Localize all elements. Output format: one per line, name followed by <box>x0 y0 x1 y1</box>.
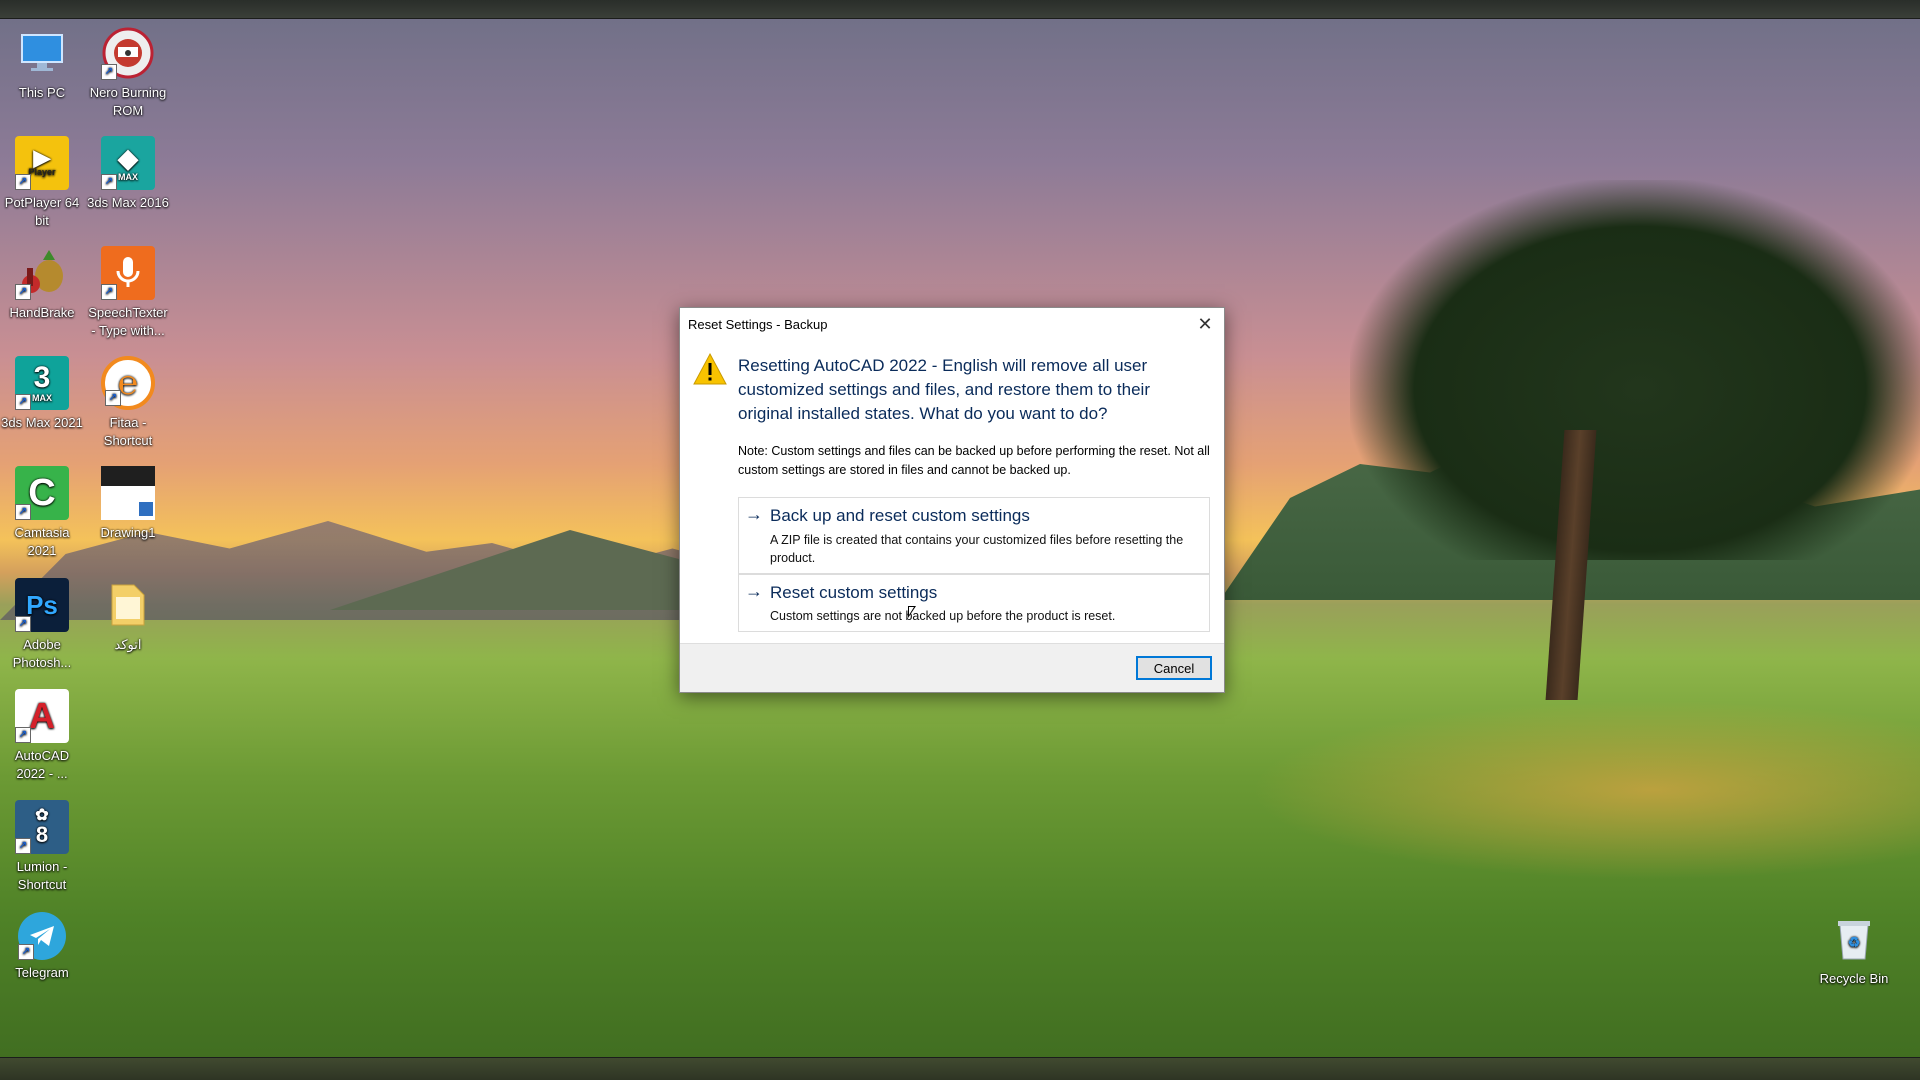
shortcut-arrow-icon: ↗ <box>101 284 117 300</box>
shortcut-arrow-icon: ↗ <box>15 394 31 410</box>
dialog-note: Note: Custom settings and files can be b… <box>738 444 1210 477</box>
3dsmax-icon: 3 MAX ↗ <box>15 356 69 410</box>
svg-text:♻: ♻ <box>1848 934 1861 950</box>
shortcut-arrow-icon: ↗ <box>105 390 121 406</box>
icon-badge: 8 <box>35 822 49 847</box>
monitor-icon <box>15 26 69 80</box>
mouse-cursor-icon <box>908 606 916 618</box>
background-flowers <box>1250 700 1920 880</box>
icon-badge: A <box>29 695 55 736</box>
desktop: This PC ▶ Player ↗ PotPlayer 64 bit ↗ Ha… <box>0 0 1920 1080</box>
top-bar <box>0 0 1920 19</box>
desktop-icon-speechtexter[interactable]: ↗ SpeechTexter - Type with... <box>86 246 170 340</box>
potplayer-icon: ▶ Player ↗ <box>15 136 69 190</box>
desktop-icon-label: SpeechTexter - Type with... <box>88 305 168 338</box>
desktop-icon-lumion[interactable]: ✿ 8 ↗ Lumion - Shortcut <box>0 800 84 894</box>
desktop-icon-label: اتوکد <box>114 637 142 652</box>
arrow-right-icon: → <box>745 504 763 524</box>
desktop-icon-fitaa[interactable]: ℮ ↗ Fitaa - Shortcut <box>86 356 170 450</box>
desktop-icon-folder-autocad[interactable]: اتوکد <box>86 578 170 654</box>
lumion-icon: ✿ 8 ↗ <box>15 800 69 854</box>
icon-badge: 3 <box>33 361 51 394</box>
dialog-footer: Cancel <box>680 643 1224 692</box>
desktop-icon-3ds-max-2016[interactable]: ◆ MAX ↗ 3ds Max 2016 <box>86 136 170 212</box>
shortcut-arrow-icon: ↗ <box>101 64 117 80</box>
desktop-icon-drawing1[interactable]: Drawing1 <box>86 466 170 542</box>
reset-only-option[interactable]: → Reset custom settings Custom settings … <box>738 574 1210 632</box>
shortcut-arrow-icon: ↗ <box>15 616 31 632</box>
icon-badge: Player <box>28 167 56 177</box>
drawing-file-icon <box>101 466 155 520</box>
desktop-icon-label: This PC <box>18 85 66 100</box>
shortcut-arrow-icon: ↗ <box>15 284 31 300</box>
reset-settings-dialog: Reset Settings - Backup ✕ Resetting Auto… <box>679 307 1225 693</box>
option-title: Back up and reset custom settings <box>770 506 1030 525</box>
telegram-icon: ↗ <box>18 912 66 960</box>
desktop-icon-handbrake[interactable]: ↗ HandBrake <box>0 246 84 322</box>
autocad-icon: A ↗ <box>15 689 69 743</box>
desktop-icon-this-pc[interactable]: This PC <box>0 26 84 102</box>
desktop-icon-label: Adobe Photosh... <box>12 637 72 670</box>
desktop-icon-3ds-max-2021[interactable]: 3 MAX ↗ 3ds Max 2021 <box>0 356 84 432</box>
desktop-icon-label: Camtasia 2021 <box>14 525 70 558</box>
option-description: A ZIP file is created that contains your… <box>770 533 1184 565</box>
dialog-message: Resetting AutoCAD 2022 - English will re… <box>738 356 1150 423</box>
recycle-bin-icon: ♻ <box>1827 912 1881 966</box>
backup-and-reset-option[interactable]: → Back up and reset custom settings A ZI… <box>738 497 1210 574</box>
dialog-title-bar: Reset Settings - Backup ✕ <box>680 308 1224 340</box>
desktop-icon-label: Recycle Bin <box>1819 971 1889 986</box>
desktop-icon-label: Nero Burning ROM <box>89 85 167 118</box>
shortcut-arrow-icon: ↗ <box>15 727 31 743</box>
desktop-icon-label: Lumion - Shortcut <box>16 859 68 892</box>
desktop-icon-potplayer[interactable]: ▶ Player ↗ PotPlayer 64 bit <box>0 136 84 230</box>
shortcut-arrow-icon: ↗ <box>15 838 31 854</box>
desktop-icon-label: Fitaa - Shortcut <box>103 415 153 448</box>
desktop-icon-photoshop[interactable]: Ps ↗ Adobe Photosh... <box>0 578 84 672</box>
warning-icon <box>693 352 727 385</box>
shortcut-arrow-icon: ↗ <box>101 174 117 190</box>
desktop-icon-label: Drawing1 <box>100 525 156 540</box>
shortcut-arrow-icon: ↗ <box>15 174 31 190</box>
shortcut-arrow-icon: ↗ <box>15 504 31 520</box>
close-icon: ✕ <box>1197 313 1213 334</box>
camtasia-icon: C ↗ <box>15 466 69 520</box>
background-tree-crown <box>1350 180 1920 560</box>
3dsmax-icon: ◆ MAX ↗ <box>101 136 155 190</box>
microphone-icon: ↗ <box>101 246 155 300</box>
option-description: Custom settings are not backed up before… <box>770 609 1116 623</box>
bottom-bar <box>0 1057 1920 1080</box>
desktop-icon-recycle-bin[interactable]: ♻ Recycle Bin <box>1812 912 1896 988</box>
nero-icon: ↗ <box>101 26 155 80</box>
desktop-icon-telegram[interactable]: ↗ Telegram <box>0 912 84 982</box>
desktop-icon-label: Telegram <box>15 965 69 980</box>
desktop-icon-label: AutoCAD 2022 - ... <box>14 748 70 781</box>
arrow-right-icon: → <box>745 581 763 601</box>
shortcut-arrow-icon: ↗ <box>18 944 34 960</box>
icon-badge: Ps <box>26 590 58 620</box>
desktop-icon-label: 3ds Max 2021 <box>1 415 83 430</box>
handbrake-icon: ↗ <box>15 246 69 300</box>
option-title: Reset custom settings <box>770 583 938 602</box>
desktop-icon-nero[interactable]: ↗ Nero Burning ROM <box>86 26 170 120</box>
desktop-icon-label: PotPlayer 64 bit <box>4 195 80 228</box>
desktop-icon-label: HandBrake <box>9 305 75 320</box>
folder-icon <box>101 578 155 632</box>
icon-badge: MAX <box>118 172 138 182</box>
desktop-icon-camtasia[interactable]: C ↗ Camtasia 2021 <box>0 466 84 560</box>
desktop-icon-label: 3ds Max 2016 <box>87 195 169 210</box>
dialog-title: Reset Settings - Backup <box>688 316 828 332</box>
fitaa-icon: ℮ ↗ <box>101 356 155 410</box>
cancel-button[interactable]: Cancel <box>1136 656 1212 680</box>
photoshop-icon: Ps ↗ <box>15 578 69 632</box>
close-button[interactable]: ✕ <box>1194 314 1216 334</box>
desktop-icon-autocad[interactable]: A ↗ AutoCAD 2022 - ... <box>0 689 84 783</box>
